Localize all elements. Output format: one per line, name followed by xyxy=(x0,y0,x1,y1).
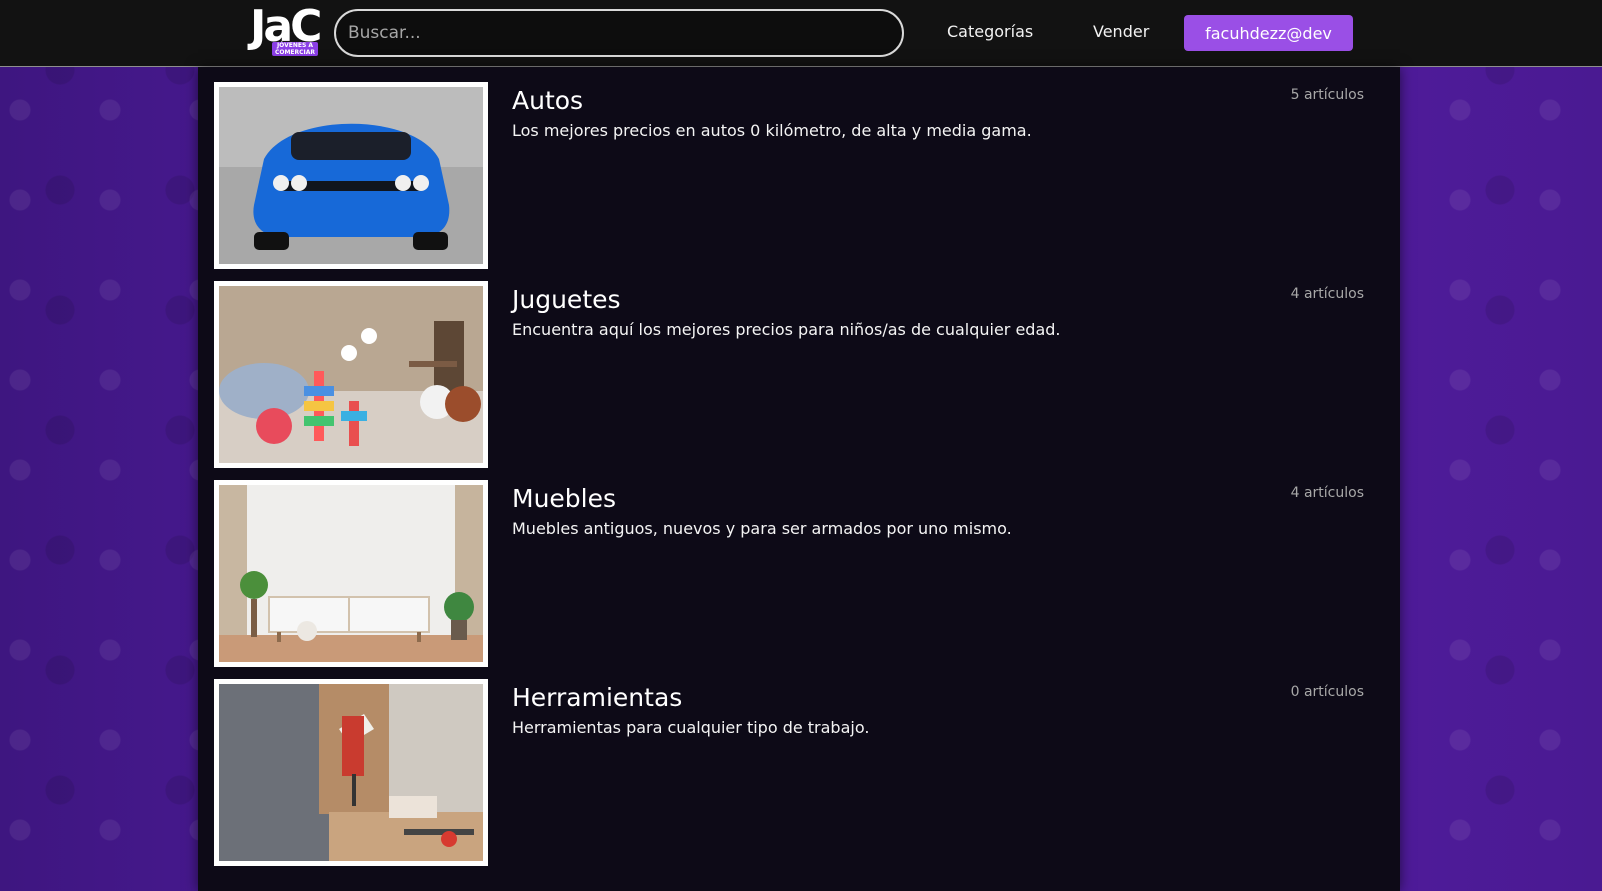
logo-tagline: JÓVENES A COMERCIAR xyxy=(272,42,318,56)
jac-logo[interactable]: JaC JÓVENES A COMERCIAR xyxy=(248,1,322,57)
category-image-muebles[interactable] xyxy=(214,480,488,667)
category-title[interactable]: Herramientas xyxy=(512,683,682,712)
nav-categories-link[interactable]: Categorías xyxy=(947,22,1033,41)
category-card-herramientas[interactable]: Herramientas Herramientas para cualquier… xyxy=(214,679,1364,866)
category-item-count: 4 artículos xyxy=(1290,286,1364,302)
category-card-muebles[interactable]: Muebles Muebles antiguos, nuevos y para … xyxy=(214,480,1364,667)
toys-image xyxy=(219,286,483,463)
furniture-image xyxy=(219,485,483,662)
category-image-herramientas[interactable] xyxy=(214,679,488,866)
car-image xyxy=(219,87,483,264)
search-input[interactable] xyxy=(334,9,904,57)
category-title[interactable]: Autos xyxy=(512,86,583,115)
category-card-autos[interactable]: Autos Los mejores precios en autos 0 kil… xyxy=(214,82,1364,269)
category-card-juguetes[interactable]: Juguetes Encuentra aquí los mejores prec… xyxy=(214,281,1364,468)
category-title[interactable]: Muebles xyxy=(512,484,616,513)
category-item-count: 0 artículos xyxy=(1290,684,1364,700)
tools-image xyxy=(219,684,483,861)
top-navigation-bar: JaC JÓVENES A COMERCIAR Categorías Vende… xyxy=(0,0,1602,67)
category-description: Herramientas para cualquier tipo de trab… xyxy=(512,718,870,737)
category-description: Encuentra aquí los mejores precios para … xyxy=(512,320,1061,339)
category-item-count: 4 artículos xyxy=(1290,485,1364,501)
category-description: Los mejores precios en autos 0 kilómetro… xyxy=(512,121,1032,140)
categories-panel: Autos Los mejores precios en autos 0 kil… xyxy=(198,67,1400,891)
category-title[interactable]: Juguetes xyxy=(512,285,621,314)
nav-sell-link[interactable]: Vender xyxy=(1093,22,1149,41)
category-image-juguetes[interactable] xyxy=(214,281,488,468)
category-item-count: 5 artículos xyxy=(1290,87,1364,103)
user-account-button[interactable]: facuhdezz@dev xyxy=(1184,15,1353,51)
category-image-autos[interactable] xyxy=(214,82,488,269)
category-description: Muebles antiguos, nuevos y para ser arma… xyxy=(512,519,1012,538)
